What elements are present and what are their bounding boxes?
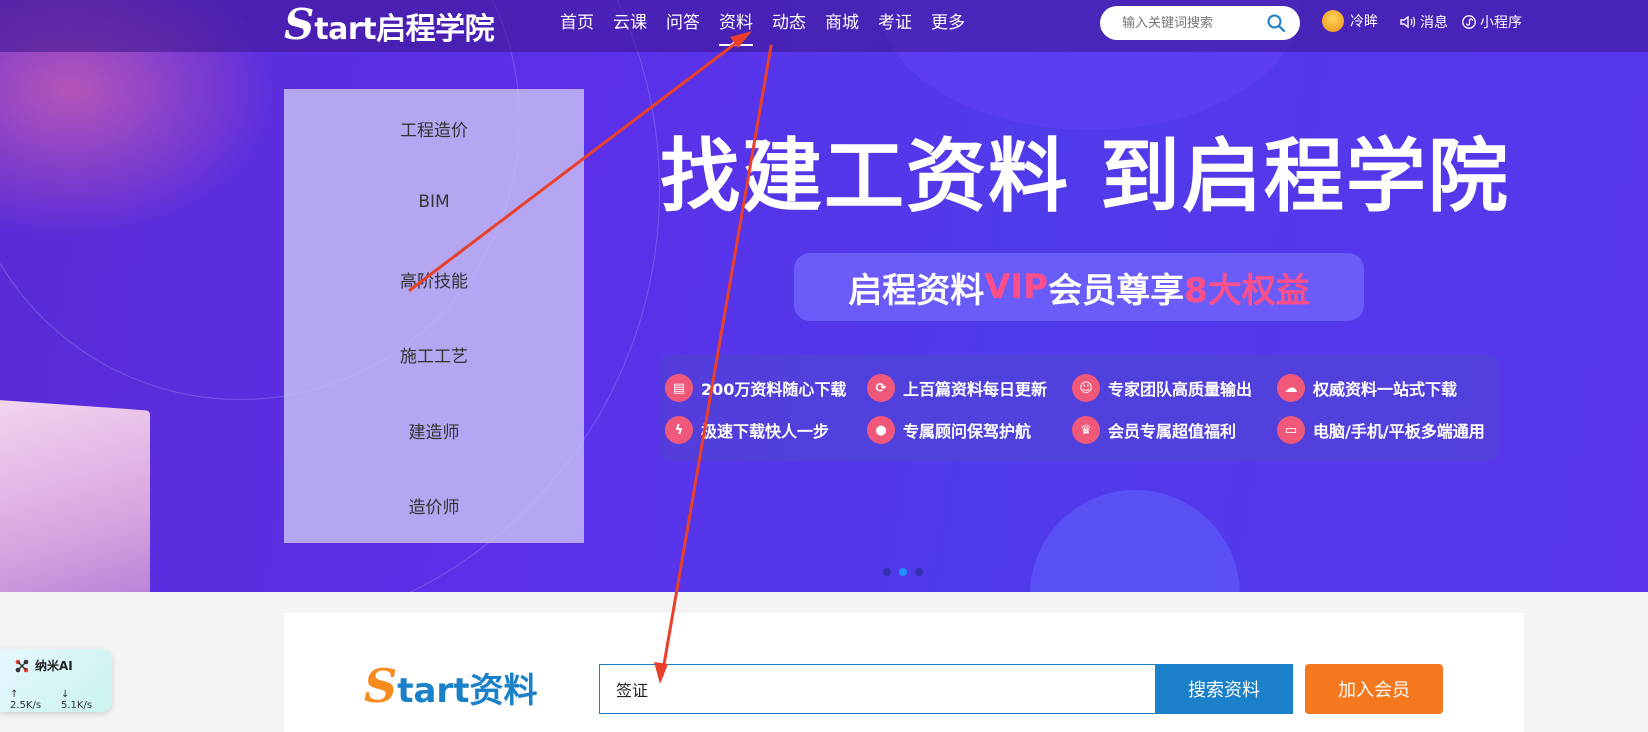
user-menu[interactable]: 冷眸 — [1322, 10, 1378, 32]
crown-icon: ♛ — [1072, 416, 1100, 444]
vip-text-2: VIP — [984, 267, 1049, 307]
book-illustration — [0, 399, 150, 592]
avatar[interactable] — [1322, 10, 1344, 32]
logo-text: tart启程学院 — [314, 12, 495, 47]
benefit-item: ▤ 200万资料随心下载 — [665, 374, 846, 402]
category-item[interactable]: 高阶技能 — [284, 267, 584, 292]
logo-mark: S — [284, 0, 315, 49]
materials-search-box — [599, 664, 1159, 714]
refresh-icon: ⟳ — [867, 374, 895, 402]
site-logo[interactable]: S tart启程学院 — [284, 0, 495, 49]
miniprogram-label: 小程序 — [1480, 15, 1522, 31]
hero-banner[interactable]: 工程造价 BIM 高阶技能 施工工艺 建造师 造价师 找建工资料 到启程学院 启… — [0, 0, 1648, 592]
category-item[interactable]: BIM — [284, 192, 584, 212]
person-icon: ● — [867, 416, 895, 444]
nav-item-more[interactable]: 更多 — [931, 0, 965, 48]
speaker-icon — [1400, 15, 1416, 29]
benefit-item: ☁ 权威资料一站式下载 — [1277, 374, 1457, 402]
messages-link[interactable]: 消息 — [1400, 12, 1448, 32]
benefit-label: 电脑/手机/平板多端通用 — [1313, 422, 1485, 441]
nav-item-cloud-course[interactable]: 云课 — [613, 0, 647, 48]
document-icon: ▤ — [665, 374, 693, 402]
join-membership-button[interactable]: 加入会员 — [1305, 664, 1443, 714]
benefit-label: 权威资料一站式下载 — [1313, 380, 1458, 399]
category-item[interactable]: 工程造价 — [284, 116, 584, 141]
materials-logo[interactable]: S tart资料 — [364, 663, 537, 712]
materials-logo-mark: S — [364, 659, 398, 713]
team-icon: ☺ — [1072, 374, 1100, 402]
hero-title: 找建工资料 到启程学院 — [660, 130, 1510, 223]
materials-search-section: S tart资料 搜索资料 加入会员 — [284, 613, 1524, 732]
vip-text-1: 启程资料 — [848, 270, 985, 311]
category-panel: 工程造价 BIM 高阶技能 施工工艺 建造师 造价师 — [284, 89, 584, 543]
category-item[interactable]: 建造师 — [284, 418, 584, 443]
carousel-dots — [883, 568, 931, 576]
nav-item-news[interactable]: 动态 — [772, 0, 806, 48]
widget-title: 纳米AI — [14, 657, 73, 674]
category-item[interactable]: 造价师 — [284, 493, 584, 518]
cloud-download-icon: ☁ — [1277, 374, 1305, 402]
top-search-input[interactable] — [1122, 15, 1262, 31]
category-item[interactable]: 施工工艺 — [284, 342, 584, 367]
benefit-label: 极速下载快人一步 — [701, 422, 830, 441]
carousel-dot[interactable] — [915, 568, 923, 576]
widget-name: 纳米AI — [35, 659, 73, 673]
search-materials-button[interactable]: 搜索资料 — [1155, 664, 1293, 714]
miniprogram-icon — [1462, 15, 1476, 29]
benefit-label: 专属顾问保驾护航 — [903, 422, 1032, 441]
benefit-item: ▭ 电脑/手机/平板多端通用 — [1277, 416, 1485, 444]
benefit-item: ⟳ 上百篇资料每日更新 — [867, 374, 1047, 402]
benefit-item: ● 专属顾问保驾护航 — [867, 416, 1031, 444]
vip-banner: 启程资料 VIP 会员尊享 8大权益 — [794, 253, 1364, 321]
upload-speed: ↑ 2.5K/s — [10, 689, 42, 711]
benefit-label: 专家团队高质量输出 — [1108, 380, 1253, 399]
nano-ai-widget[interactable]: 纳米AI ↑ 2.5K/s ↓ 5.1K/s — [0, 649, 112, 712]
search-icon[interactable] — [1266, 13, 1286, 33]
miniprogram-link[interactable]: 小程序 — [1462, 12, 1522, 32]
top-navigation: S tart启程学院 首页 云课 问答 资料 动态 商城 考证 更多 冷眸 消息 — [0, 0, 1648, 52]
lightning-icon: ϟ — [665, 416, 693, 444]
carousel-dot-active[interactable] — [899, 568, 907, 576]
user-name[interactable]: 冷眸 — [1350, 11, 1378, 31]
carousel-dot[interactable] — [883, 568, 891, 576]
benefit-label: 上百篇资料每日更新 — [903, 380, 1048, 399]
vip-text-3: 会员尊享 — [1048, 270, 1185, 311]
nav-menu: 首页 云课 问答 资料 动态 商城 考证 更多 — [560, 0, 984, 48]
materials-logo-text: tart资料 — [397, 671, 538, 711]
benefits-box: ▤ 200万资料随心下载 ⟳ 上百篇资料每日更新 ☺ 专家团队高质量输出 ☁ 权… — [659, 355, 1499, 461]
nav-item-home[interactable]: 首页 — [560, 0, 594, 48]
nav-item-certification[interactable]: 考证 — [878, 0, 912, 48]
benefit-item: ϟ 极速下载快人一步 — [665, 416, 829, 444]
benefit-item: ☺ 专家团队高质量输出 — [1072, 374, 1252, 402]
nav-item-mall[interactable]: 商城 — [825, 0, 859, 48]
nav-item-qa[interactable]: 问答 — [666, 0, 700, 48]
benefit-label: 会员专属超值福利 — [1108, 422, 1237, 441]
network-speeds: ↑ 2.5K/s ↓ 5.1K/s — [10, 689, 112, 711]
nav-item-materials[interactable]: 资料 — [719, 0, 753, 48]
download-speed: ↓ 5.1K/s — [61, 689, 93, 711]
messages-label: 消息 — [1420, 15, 1448, 31]
benefit-label: 200万资料随心下载 — [701, 380, 847, 399]
vip-text-4: 8大权益 — [1184, 270, 1310, 311]
benefit-item: ♛ 会员专属超值福利 — [1072, 416, 1236, 444]
nano-ai-logo-icon — [15, 659, 29, 672]
materials-search-input[interactable] — [616, 679, 1116, 699]
devices-icon: ▭ — [1277, 416, 1305, 444]
top-search-box — [1100, 6, 1300, 40]
